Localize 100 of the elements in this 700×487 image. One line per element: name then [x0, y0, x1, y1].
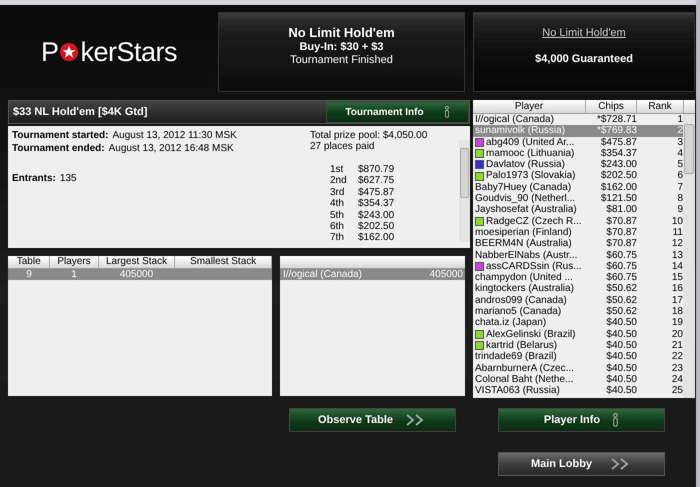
player-row[interactable]: I//ogical (Canada) *$728.71 1: [473, 114, 683, 126]
player-chips: $50.62: [587, 294, 637, 306]
player-chips: $70.87: [587, 226, 637, 238]
player-row[interactable]: kartrid (Belarus) $40.50 21: [473, 340, 683, 352]
player-chips: $40.50: [587, 385, 637, 396]
player-rank: 16: [670, 283, 683, 295]
game-link[interactable]: No Limit Hold'em: [542, 27, 626, 39]
player-row[interactable]: AlexGelinski (Brazil) $40.50 20: [473, 328, 683, 340]
detail-label: Entrants:: [12, 173, 56, 186]
column-header[interactable]: Chips: [586, 100, 637, 113]
column-header[interactable]: Smallest Stack: [175, 256, 272, 268]
player-row[interactable]: trindade69 (Brazil) $40.50 22: [473, 351, 683, 363]
player-row[interactable]: kingtockers (Australia) $50.62 16: [473, 283, 683, 295]
player-name: kartrid (Belarus): [486, 340, 558, 352]
player-chips: $40.50: [587, 328, 637, 340]
main-lobby-button[interactable]: Main Lobby: [498, 452, 665, 476]
column-header[interactable]: Largest Stack: [98, 256, 176, 268]
player-name: Palo1973 (Slovakia): [486, 170, 576, 182]
player-row[interactable]: andros099 (Canada) $50.62 17: [473, 294, 683, 306]
payout-place: 1st: [330, 164, 344, 176]
column-header[interactable]: Rank: [637, 100, 684, 113]
player-row[interactable]: Palo1973 (Slovakia) $202.50 6: [473, 170, 683, 182]
player-rank: 9: [676, 204, 683, 216]
player-chips: $60.75: [587, 260, 637, 272]
player-info-button[interactable]: Player Info: [498, 408, 665, 432]
player-rank: 6: [676, 170, 683, 182]
player-chips: $354.37: [587, 148, 637, 160]
player-rank: 10: [670, 216, 683, 227]
player-rank: 2: [676, 125, 683, 137]
player-name: Goudvis_90 (Netherl...: [475, 193, 576, 204]
info-icon: [612, 412, 620, 428]
player-chips: $60.75: [587, 272, 637, 284]
player-name: champydon (United ...: [475, 272, 573, 284]
player-row[interactable]: mamooc (Lithuania) $354.37 4: [473, 148, 683, 160]
player-name: mariano5 (Canada): [475, 306, 562, 318]
player-row[interactable]: Colonal Baht (Nethe... $40.50 24: [473, 374, 683, 386]
player-rank: 11: [672, 226, 683, 238]
player-rank: 24: [670, 374, 683, 386]
detail-label: Tournament started:: [12, 130, 108, 143]
player-chips: $40.50: [587, 340, 637, 352]
player-name: kingtockers (Australia): [475, 283, 574, 295]
player-row[interactable]: BEERM4N (Australia) $70.87 12: [473, 238, 683, 250]
player-rank: 17: [670, 294, 683, 306]
player-rank: 13: [670, 250, 683, 261]
player-chips: $40.50: [587, 374, 637, 386]
payout-place: 7th: [330, 232, 345, 244]
table-cell-text: 405000: [118, 269, 154, 280]
player-chips: $162.00: [587, 182, 637, 194]
player-row[interactable]: RadgeCZ (Czech R... $70.87 10: [473, 216, 683, 227]
scrollbar[interactable]: [459, 140, 470, 242]
player-name: trindade69 (Brazil): [475, 351, 557, 363]
payout-place: 5th: [330, 210, 345, 221]
game-title: No Limit Hold'em: [288, 25, 395, 40]
tournament-info-button[interactable]: Tournament Info: [326, 101, 469, 123]
player-row[interactable]: moesiperian (Finland) $70.87 11: [473, 226, 683, 238]
column-header[interactable]: Player: [473, 100, 586, 113]
player-rank: 19: [670, 317, 683, 329]
status-text: Tournament Finished: [290, 54, 393, 66]
player-name: Jayshosefat (Australia): [475, 204, 577, 216]
payout-place: 6th: [330, 220, 345, 232]
player-row[interactable]: assCARDSsin (Rus... $60.75 14: [473, 260, 683, 272]
player-rank: 7: [676, 182, 683, 194]
player-row[interactable]: champydon (United ... $60.75 15: [473, 272, 683, 284]
player-rank: 1: [676, 114, 683, 126]
player-rank: 21: [670, 340, 683, 352]
player-row[interactable]: Jayshosefat (Australia) $81.00 9: [473, 204, 683, 216]
player-chips: $50.62: [587, 283, 637, 295]
player-row[interactable]: NabberElNabs (Austr... $60.75 13: [473, 250, 683, 261]
table-cell-text: 1: [70, 269, 78, 280]
player-row[interactable]: AbarnburnerA (Czec... $40.50 23: [473, 362, 683, 374]
prize-pool-text: Total prize pool: $4,050.00: [310, 130, 428, 141]
player-rank: 3: [676, 136, 683, 148]
player-chips: $121.50: [587, 193, 637, 204]
player-row[interactable]: mariano5 (Canada) $50.62 18: [473, 306, 683, 318]
table-cell-text: 9: [25, 269, 33, 280]
player-rank: 8: [676, 193, 683, 204]
payout-amount: $870.79: [358, 164, 394, 176]
tournament-name: $33 NL Hold'em [$4K Gtd]: [12, 105, 148, 120]
player-row[interactable]: abg409 (United Ar... $475.87 3: [473, 136, 683, 148]
observe-table-button[interactable]: Observe Table: [289, 408, 456, 432]
player-name: VISTA063 (Russia): [475, 385, 560, 396]
column-header[interactable]: Players: [50, 256, 99, 268]
player-rank: 12: [670, 238, 683, 250]
player-name: AbarnburnerA (Czec...: [475, 362, 574, 374]
places-paid-text: 27 places paid: [310, 141, 376, 152]
payout-place: 4th: [330, 198, 345, 210]
player-chips: $475.87: [587, 136, 637, 148]
player-row[interactable]: VISTA063 (Russia) $40.50 25: [473, 385, 683, 396]
info-icon: [444, 105, 450, 119]
player-name: chata.iz (Japan): [475, 317, 546, 329]
column-header[interactable]: Table: [8, 256, 50, 268]
payout-amount: $243.00: [358, 210, 394, 221]
player-name: abg409 (United Ar...: [486, 136, 574, 148]
player-rank: 18: [670, 306, 683, 318]
player-row[interactable]: Davlatov (Russia) $243.00 5: [473, 159, 683, 170]
player-row[interactable]: Goudvis_90 (Netherl... $121.50 8: [473, 193, 683, 204]
player-row[interactable]: Baby7Huey (Canada) $162.00 7: [473, 182, 683, 194]
scrollbar[interactable]: [683, 114, 695, 398]
player-row[interactable]: chata.iz (Japan) $40.50 19: [473, 317, 683, 329]
player-name: andros099 (Canada): [475, 294, 567, 306]
